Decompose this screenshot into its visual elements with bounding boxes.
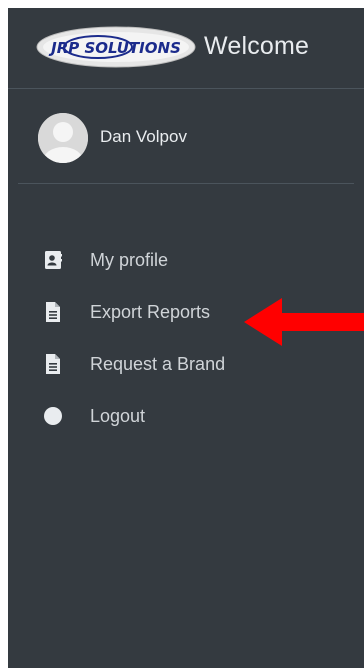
contact-card-icon (45, 251, 62, 269)
brand-link[interactable]: JRP SOLUTIONS Welcome (8, 8, 364, 89)
svg-text:JRP SOLUTIONS: JRP SOLUTIONS (48, 39, 181, 57)
document-icon (46, 302, 60, 322)
red-arrow-annotation (244, 298, 364, 346)
document-icon (46, 354, 60, 374)
brand-title: Welcome (204, 32, 310, 60)
circle-icon (44, 407, 62, 425)
person-icon (38, 113, 88, 163)
user-panel: Dan Volpov (18, 105, 354, 184)
nav-label-request-a-brand: Request a Brand (90, 354, 226, 374)
nav-label-logout: Logout (90, 406, 146, 426)
nav-item-logout[interactable]: Logout (8, 396, 338, 440)
nav-label-export-reports: Export Reports (90, 302, 211, 322)
user-avatar[interactable] (38, 113, 88, 163)
nav-label-my-profile: My profile (90, 250, 169, 270)
nav-item-request-a-brand[interactable]: Request a Brand (8, 344, 338, 388)
nav-item-my-profile[interactable]: My profile (8, 240, 338, 284)
user-name-link[interactable]: Dan Volpov (100, 127, 187, 147)
jrp-solutions-logo: JRP SOLUTIONS (36, 26, 196, 68)
